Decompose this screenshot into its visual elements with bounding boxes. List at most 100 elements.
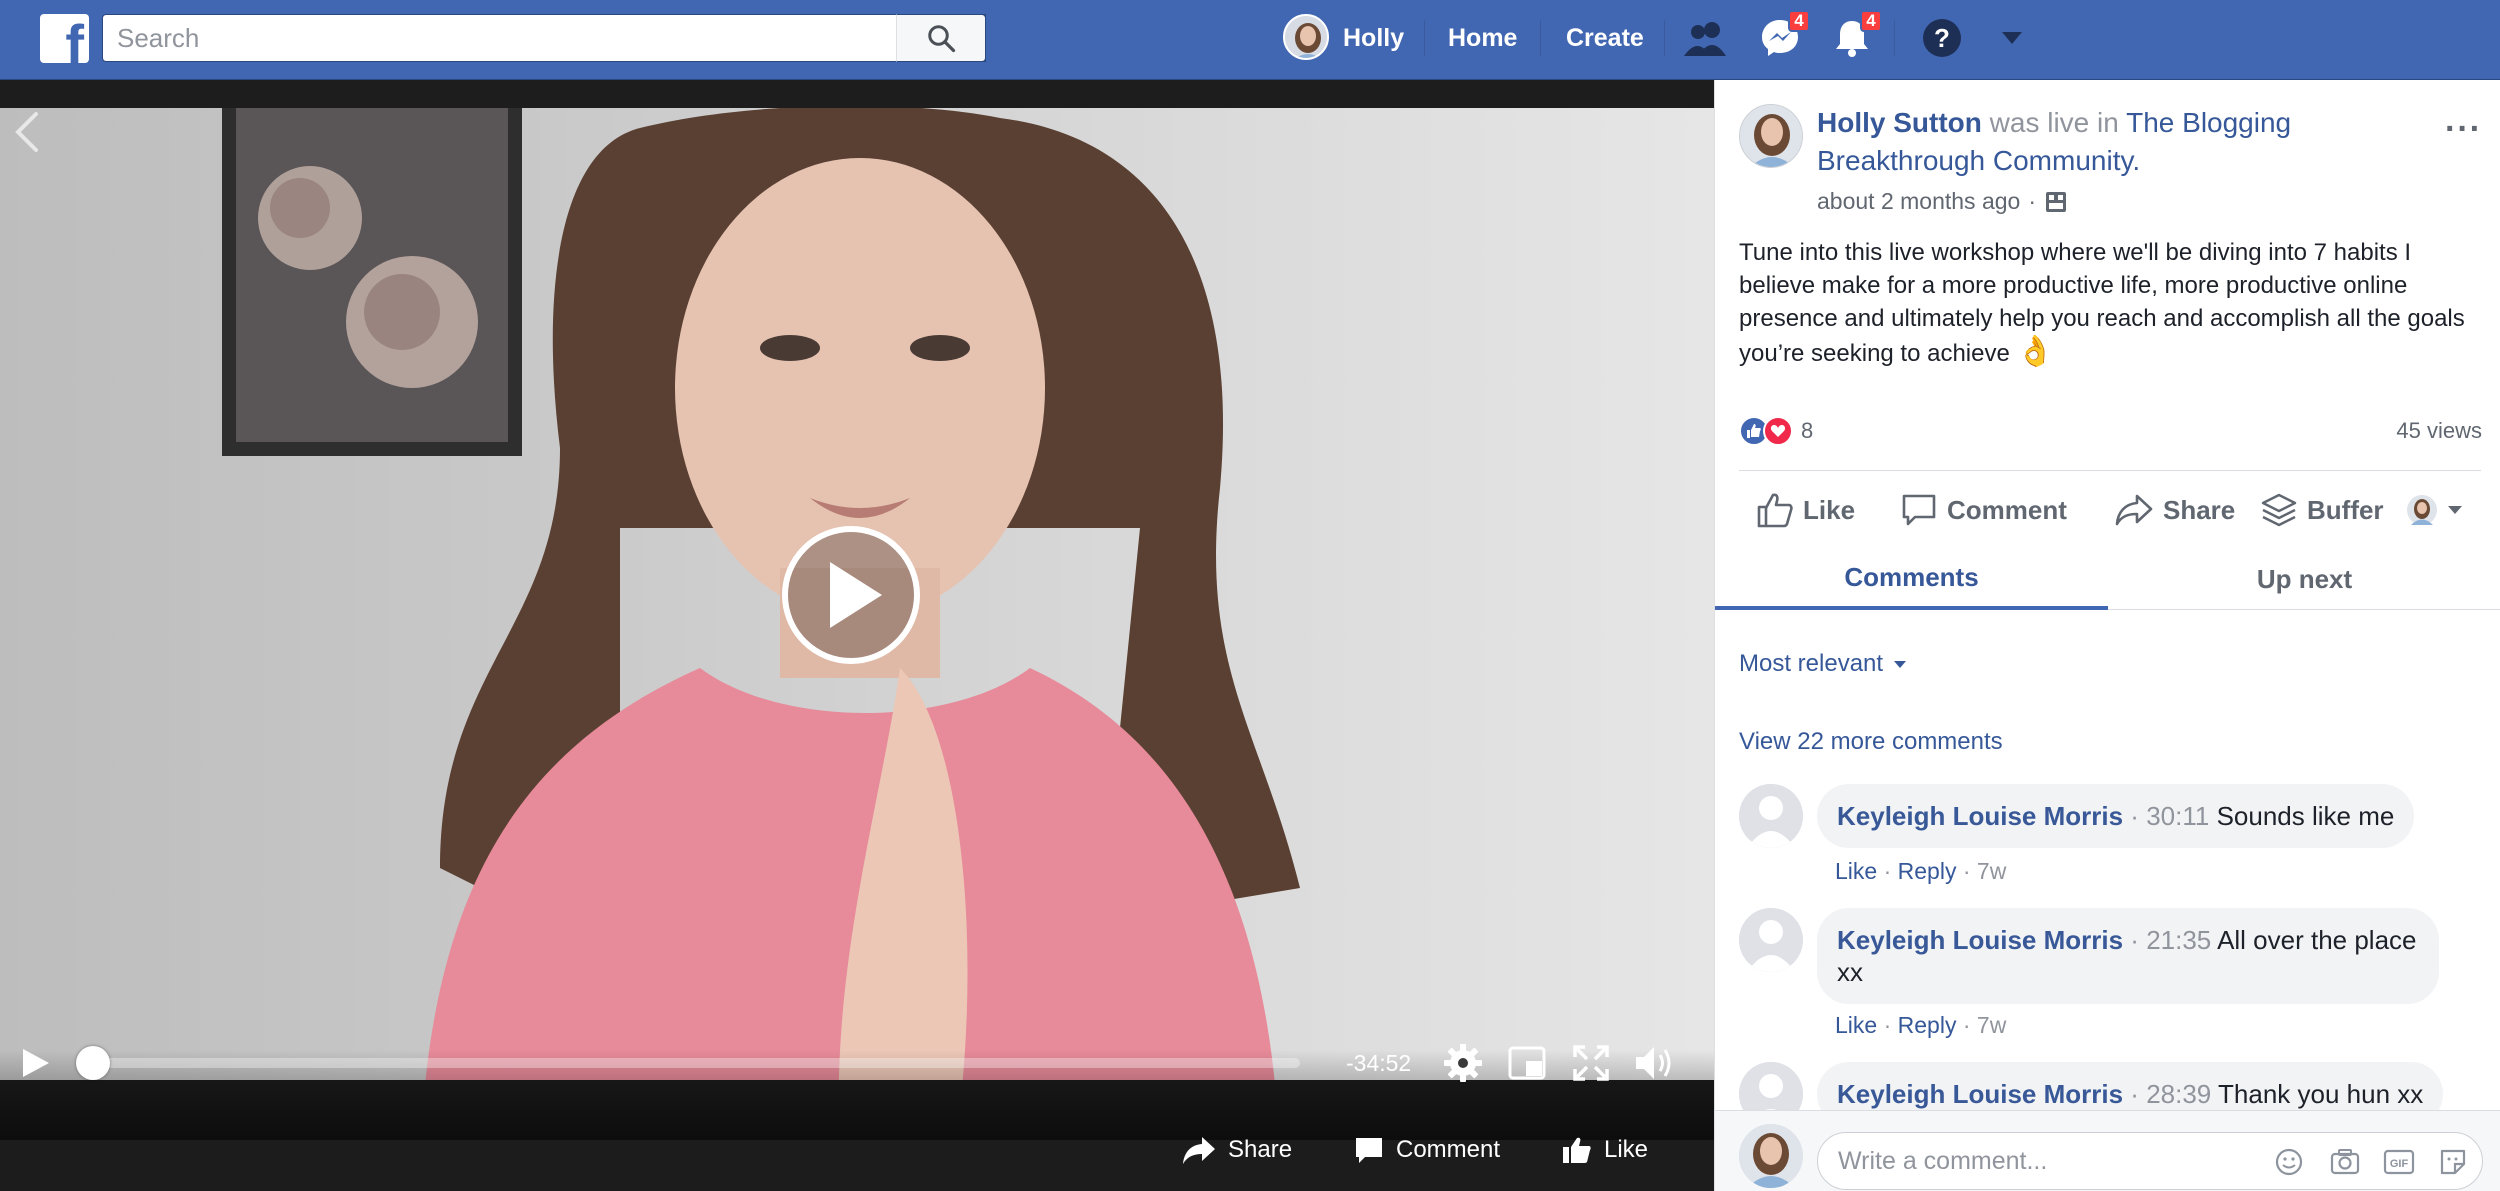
- user-avatar[interactable]: [1283, 14, 1329, 60]
- panel-tabs: Comments Up next: [1715, 548, 2500, 610]
- video-like-label: Like: [1604, 1136, 1649, 1163]
- ok-hand-emoji: 👌: [2016, 335, 2054, 368]
- messages-badge: 4: [1788, 10, 1810, 32]
- settings-icon: [1444, 1044, 1482, 1082]
- facebook-logo[interactable]: f: [40, 14, 89, 63]
- post-as-avatar: [2407, 495, 2437, 525]
- play-pause-button[interactable]: [18, 1046, 52, 1085]
- volume-icon: [1636, 1047, 1671, 1079]
- like-icon: [1757, 493, 1793, 528]
- play-button[interactable]: [782, 526, 920, 664]
- comment-dot: ·: [2123, 1079, 2147, 1109]
- volume-button[interactable]: [1634, 1042, 1676, 1084]
- video-comment-button[interactable]: Comment: [1354, 1130, 1500, 1170]
- author-avatar[interactable]: [1739, 104, 1803, 168]
- comment-author[interactable]: Keyleigh Louise Morris: [1837, 801, 2123, 831]
- comment-dot: ·: [1877, 1012, 1898, 1038]
- home-link[interactable]: Home: [1448, 0, 1517, 76]
- notifications-button[interactable]: 4: [1830, 10, 1882, 60]
- comment-age[interactable]: 7w: [1977, 1012, 2006, 1038]
- search-button[interactable]: [896, 14, 986, 62]
- comment-bubble: Keyleigh Louise Morris · 30:11 Sounds li…: [1817, 784, 2415, 848]
- comment-author[interactable]: Keyleigh Louise Morris: [1837, 1079, 2123, 1109]
- account-menu-icon: [2002, 32, 2022, 44]
- comment-video-timestamp[interactable]: 21:35: [2146, 925, 2211, 955]
- help-icon: ?: [1923, 19, 1961, 57]
- comment-actions: Like · Reply · 7w: [1835, 858, 2006, 885]
- nav-divider: [1540, 20, 1541, 56]
- friend-requests-button[interactable]: [1684, 16, 1728, 60]
- svg-text:GIF: GIF: [2390, 1158, 2409, 1170]
- sticker-button[interactable]: [2435, 1144, 2471, 1180]
- comment-dot: ·: [1956, 1012, 1977, 1038]
- sticker-icon: [2440, 1149, 2466, 1175]
- reactions-summary[interactable]: 8: [1739, 416, 1813, 446]
- emoji-button[interactable]: [2271, 1144, 2307, 1180]
- comment-text-line2: xx: [1837, 957, 1863, 987]
- post-share-label: Share: [2163, 494, 2236, 525]
- divider: [1739, 470, 2481, 471]
- tab-up-next[interactable]: Up next: [2108, 548, 2500, 610]
- back-arrow-icon: [15, 112, 38, 152]
- share-icon: [2115, 494, 2153, 526]
- tab-comments[interactable]: Comments: [1715, 548, 2108, 610]
- post-like-button[interactable]: Like: [1757, 488, 1855, 532]
- chevron-down-icon: [1894, 660, 1907, 668]
- gif-button[interactable]: GIF: [2381, 1144, 2417, 1180]
- post-time-separator: ·: [2028, 188, 2036, 214]
- comment-like-link[interactable]: Like: [1835, 858, 1877, 884]
- comment-reply-link[interactable]: Reply: [1898, 858, 1957, 884]
- comment-item: Keyleigh Louise Morris · 30:11 Sounds li…: [1739, 784, 2479, 894]
- video-like-button[interactable]: Like: [1562, 1130, 1648, 1170]
- buffer-icon: [2261, 493, 2297, 527]
- comment-age[interactable]: 7w: [1977, 858, 2006, 884]
- comment-author[interactable]: Keyleigh Louise Morris: [1837, 925, 2123, 955]
- comment-item: Keyleigh Louise Morris · 21:35 All over …: [1739, 908, 2479, 1048]
- post-options-button[interactable]: ···: [2445, 110, 2482, 149]
- search-icon: [928, 25, 956, 53]
- post-as-selector[interactable]: [2407, 488, 2463, 532]
- header-period: .: [2132, 145, 2141, 176]
- video-player[interactable]: -34:52 Share Comment Like: [0, 80, 1714, 1191]
- search-input[interactable]: [102, 14, 986, 62]
- help-button[interactable]: ?: [1920, 16, 1964, 60]
- messenger-button[interactable]: 4: [1758, 10, 1810, 60]
- profile-link[interactable]: Holly: [1343, 0, 1404, 76]
- comment-text: Sounds like me: [2216, 801, 2395, 831]
- back-button[interactable]: [8, 108, 44, 161]
- commenter-avatar[interactable]: [1739, 1062, 1803, 1110]
- post-body-text: Tune into this live workshop where we'll…: [1739, 239, 2465, 367]
- comment-like-link[interactable]: Like: [1835, 1012, 1877, 1038]
- photo-button[interactable]: [2327, 1144, 2363, 1180]
- buffer-label: Buffer: [2307, 494, 2384, 525]
- comment-text: Thank you hun xx: [2218, 1079, 2424, 1109]
- post-comment-button[interactable]: Comment: [1901, 488, 2067, 532]
- video-progress-track[interactable]: [92, 1058, 1300, 1068]
- account-menu-button[interactable]: [1990, 16, 2034, 60]
- video-settings-button[interactable]: [1442, 1042, 1484, 1084]
- comment-dot: ·: [1956, 858, 1977, 884]
- view-count: 45 views: [2396, 418, 2482, 443]
- video-share-button[interactable]: Share: [1182, 1130, 1292, 1170]
- post-time-text[interactable]: about 2 months ago: [1817, 188, 2020, 215]
- post-author-link[interactable]: Holly Sutton: [1817, 107, 1982, 138]
- comment-sort-dropdown[interactable]: Most relevant: [1739, 650, 1907, 678]
- post-comment-label: Comment: [1947, 494, 2067, 525]
- comment-reply-link[interactable]: Reply: [1898, 1012, 1957, 1038]
- commenter-avatar[interactable]: [1739, 784, 1803, 848]
- commenter-avatar[interactable]: [1739, 908, 1803, 972]
- svg-text:?: ?: [1934, 23, 1950, 53]
- view-more-comments-link[interactable]: View 22 more comments: [1739, 728, 2003, 756]
- comment-video-timestamp[interactable]: 30:11: [2146, 801, 2209, 831]
- reaction-count: 8: [1801, 418, 1814, 443]
- create-link[interactable]: Create: [1566, 0, 1644, 76]
- popout-player-button[interactable]: [1506, 1042, 1548, 1084]
- sort-label: Most relevant: [1739, 650, 1884, 677]
- buffer-button[interactable]: Buffer: [2261, 488, 2384, 532]
- video-scrubber-handle[interactable]: [76, 1046, 110, 1080]
- composer-avatar: [1739, 1124, 1803, 1188]
- comment-video-timestamp[interactable]: 28:39: [2146, 1079, 2211, 1109]
- post-share-button[interactable]: Share: [2115, 488, 2235, 532]
- fullscreen-button[interactable]: [1570, 1042, 1612, 1084]
- video-comment-label: Comment: [1396, 1136, 1501, 1163]
